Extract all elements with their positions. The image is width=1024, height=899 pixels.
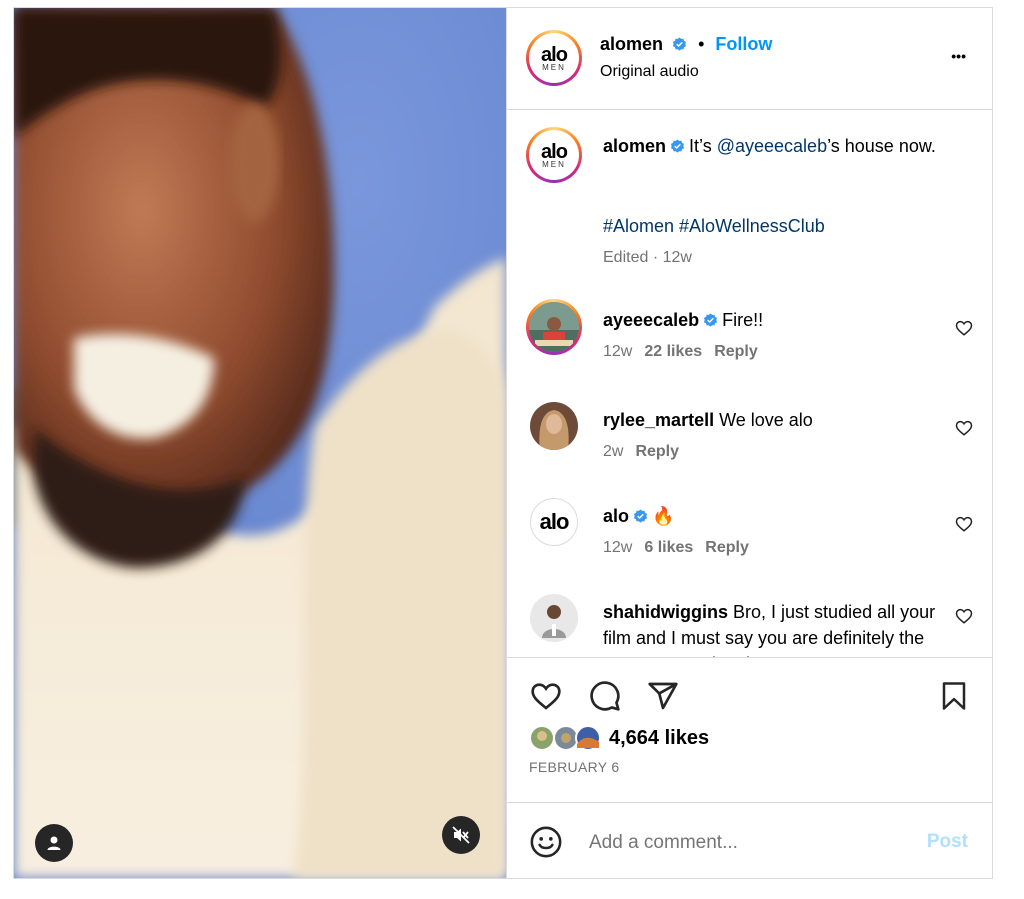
- mute-button[interactable]: [442, 816, 480, 854]
- caption: alo MEN alomen It’s @ayeeecaleb’s house no…: [507, 109, 992, 289]
- shahid-avatar-image: [530, 594, 578, 642]
- alomen-logo: alo MEN: [541, 43, 568, 72]
- comment-text: rylee_martell We love alo: [603, 410, 813, 430]
- caption-prefix: It’s: [689, 136, 712, 156]
- likes-count[interactable]: 4,664 likes: [609, 727, 709, 750]
- mute-icon: [452, 826, 470, 844]
- follow-button[interactable]: Follow: [715, 34, 772, 54]
- heart-icon[interactable]: [955, 607, 973, 625]
- reply-button[interactable]: Reply: [635, 443, 679, 460]
- alomen-logo: alo MEN: [541, 140, 568, 169]
- post-button[interactable]: Post: [927, 831, 968, 853]
- comment-text: shahidwiggins Bro, I just studied all yo…: [603, 602, 936, 657]
- comment-avatar[interactable]: [530, 402, 578, 450]
- post-dialog: alo MEN alomen • Follow Original audio ••…: [13, 7, 993, 879]
- caption-avatar[interactable]: alo MEN: [526, 127, 582, 183]
- share-icon[interactable]: [647, 680, 679, 712]
- user-icon: [47, 836, 61, 850]
- verified-icon: [704, 313, 718, 327]
- audio-link[interactable]: Original audio: [600, 63, 699, 81]
- author-username[interactable]: alomen: [600, 34, 663, 54]
- caption-meta: Edited · 12w: [603, 249, 692, 266]
- verified-icon: [633, 509, 648, 523]
- comment-input[interactable]: [587, 825, 911, 861]
- comment-item: rylee_martell We love alo 2w Reply: [507, 399, 992, 489]
- comment-likes[interactable]: 6 likes: [644, 539, 693, 556]
- comment-time: 12w: [603, 539, 633, 556]
- liker-avatars-image: [529, 725, 601, 751]
- more-icon[interactable]: •••: [951, 48, 966, 64]
- liked-by-avatars[interactable]: [529, 724, 609, 752]
- comment-username[interactable]: alo: [603, 506, 629, 526]
- video-frame-image: [14, 8, 506, 878]
- reply-button[interactable]: Reply: [705, 539, 749, 556]
- caption-username[interactable]: alomen: [603, 136, 666, 156]
- header-user-row: alomen • Follow: [600, 34, 772, 55]
- comment-item: shahidwiggins Bro, I just studied all yo…: [507, 591, 992, 657]
- comment-icon[interactable]: [589, 680, 621, 712]
- alo-logo: alo: [539, 509, 570, 534]
- comment-username[interactable]: rylee_martell: [603, 410, 714, 430]
- heart-icon[interactable]: [955, 515, 973, 533]
- comment-time: 12w: [603, 343, 633, 360]
- user-tag-button[interactable]: [35, 824, 73, 862]
- post-date[interactable]: FEBRUARY 6: [529, 759, 619, 775]
- emoji-icon[interactable]: [529, 825, 563, 859]
- comment-meta: 2w Reply: [603, 443, 691, 461]
- comments-scroll-area[interactable]: alo MEN alomen It’s @ayeeecaleb’s house no…: [507, 109, 992, 657]
- comment-avatar[interactable]: [530, 594, 578, 642]
- caption-suffix: ’s house now.: [827, 136, 936, 156]
- comment-composer: Post: [507, 803, 992, 878]
- comment-username[interactable]: shahidwiggins: [603, 602, 728, 622]
- comment-text: ayeeecaleb Fire!!: [603, 310, 764, 330]
- author-avatar[interactable]: alo MEN: [526, 30, 582, 86]
- comment-avatar[interactable]: [526, 299, 582, 355]
- comment-text: alo 🔥: [603, 503, 943, 529]
- rylee-avatar-image: [530, 402, 578, 450]
- heart-icon[interactable]: [955, 419, 973, 437]
- post-actions: 4,664 likes FEBRUARY 6: [507, 657, 992, 803]
- comment-meta: 12w 22 likes Reply: [603, 343, 770, 361]
- verified-icon: [670, 139, 685, 153]
- ayeeecaleb-avatar-image: [529, 302, 579, 352]
- comment-time: 2w: [603, 443, 624, 460]
- bookmark-icon[interactable]: [939, 680, 969, 712]
- heart-icon[interactable]: [529, 680, 563, 712]
- heart-icon[interactable]: [955, 319, 973, 337]
- comment-meta: 12w 6 likes Reply: [603, 539, 761, 557]
- fire-emoji: 🔥: [652, 506, 675, 526]
- verified-icon: [672, 37, 687, 51]
- comment-likes[interactable]: 22 likes: [644, 343, 702, 360]
- comment-item: ayeeecaleb Fire!! 12w 22 likes Reply: [507, 299, 992, 389]
- post-header: alo MEN alomen • Follow Original audio ••…: [507, 8, 992, 110]
- post-side-panel: alo MEN alomen • Follow Original audio ••…: [506, 8, 992, 878]
- comment-item: alo alo 🔥 12w 6 likes Reply: [507, 495, 992, 585]
- comment-username[interactable]: ayeeecaleb: [603, 310, 699, 330]
- post-video[interactable]: [14, 8, 506, 878]
- caption-text: alomen It’s @ayeeecaleb’s house now.: [603, 133, 943, 159]
- header-separator: •: [698, 34, 705, 54]
- comment-avatar[interactable]: alo: [530, 498, 578, 546]
- caption-hashtags[interactable]: #Alomen #AloWellnessClub: [603, 213, 943, 239]
- mention-link[interactable]: @ayeeecaleb: [717, 136, 827, 156]
- reply-button[interactable]: Reply: [714, 343, 758, 360]
